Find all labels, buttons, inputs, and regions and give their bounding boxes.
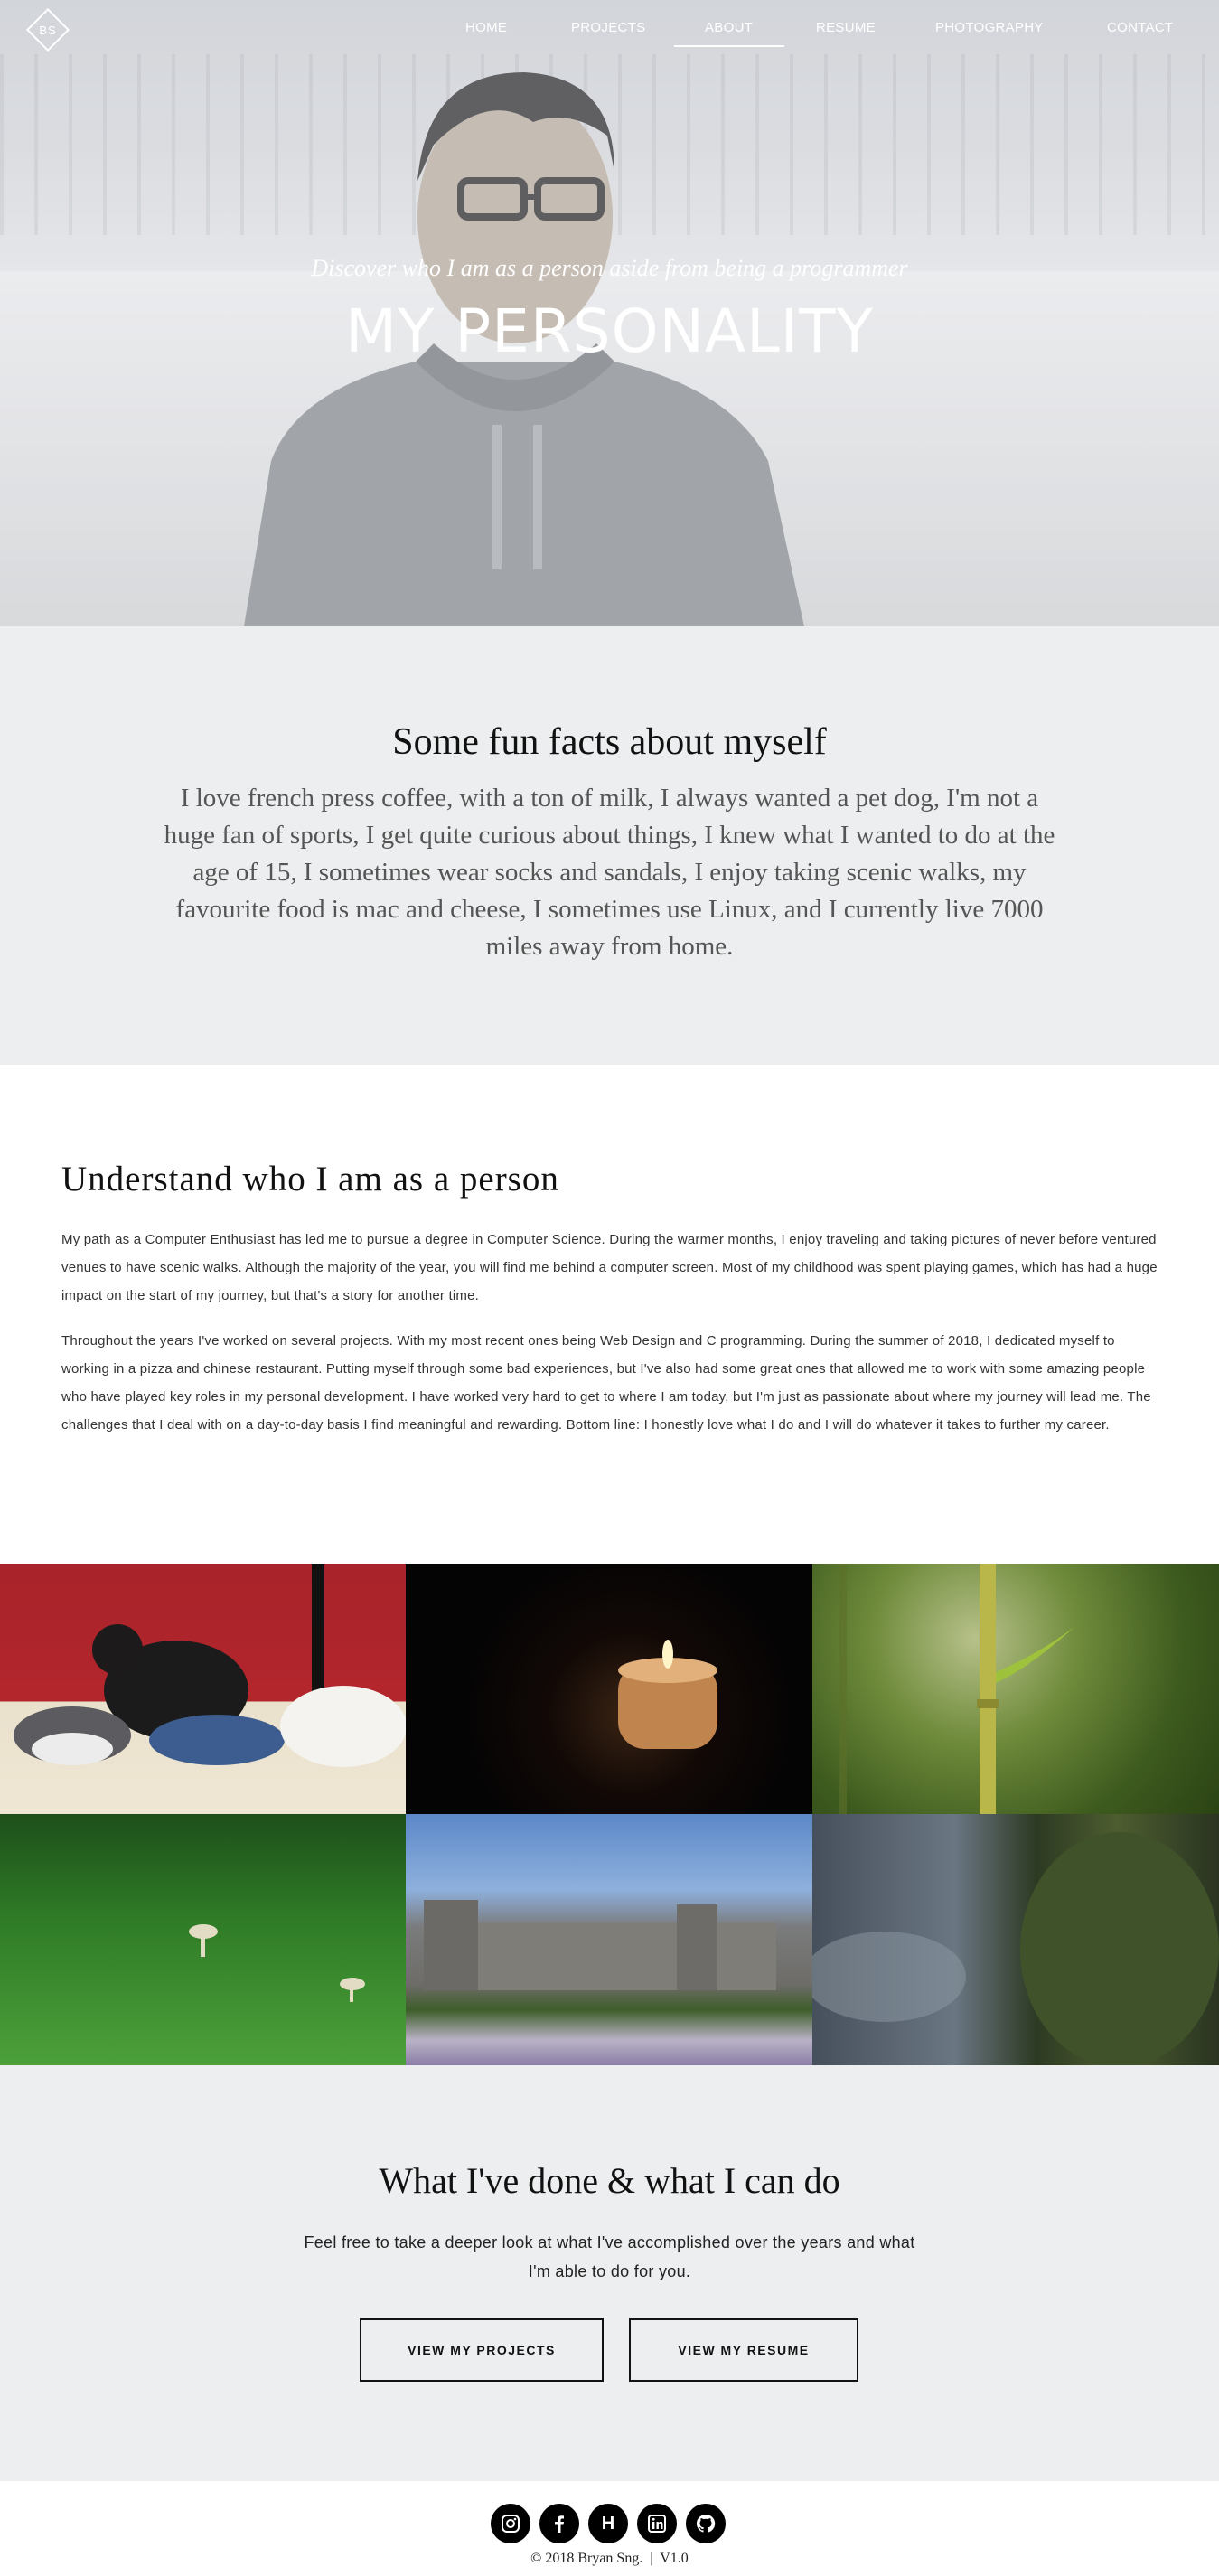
hackerrank-icon[interactable]: H (588, 2504, 628, 2543)
facebook-icon[interactable] (539, 2504, 579, 2543)
candle-photo-art (618, 1640, 717, 1749)
castle-photo[interactable] (406, 1814, 812, 2065)
hero-title: MY PERSONALITY (345, 296, 874, 366)
nav-photography[interactable]: PHOTOGRAPHY (935, 20, 1044, 35)
about-paragraph-1: My path as a Computer Enthusiast has led… (61, 1232, 1158, 1303)
fun-facts-text: I love french press coffee, with a ton o… (164, 784, 1055, 961)
cta-heading: What I've done & what I can do (379, 2160, 840, 2201)
grass-mushroom-photo-art (189, 1924, 365, 2002)
copyright-text: © 2018 Bryan Sng. (530, 2551, 643, 2566)
linkedin-icon[interactable] (637, 2504, 677, 2543)
bamboo-photo-art (839, 1564, 1074, 1814)
nav-contact[interactable]: CONTACT (1107, 20, 1173, 35)
dogs-photo[interactable] (0, 1564, 406, 1814)
grass-mushroom-photo[interactable] (0, 1814, 406, 2065)
candle-photo[interactable] (406, 1564, 812, 1814)
about-section: Understand who I am as a person My path … (0, 1065, 1219, 1564)
castle-photo-art (424, 1900, 776, 1990)
version-text: V1.0 (660, 2551, 689, 2566)
dogs-photo-art (14, 1564, 406, 1767)
hero-section: BS HOME PROJECTS ABOUT RESUME PHOTOGRAPH… (0, 0, 1219, 626)
hero-subtitle: Discover who I am as a person aside from… (311, 255, 908, 281)
instagram-icon[interactable] (491, 2504, 530, 2543)
nav-active-indicator (674, 45, 784, 47)
fun-facts-section: Some fun facts about myself I love frenc… (0, 626, 1219, 1065)
nav-about[interactable]: ABOUT (705, 20, 753, 35)
hackerrank-glyph: H (601, 2513, 615, 2534)
bamboo-photo[interactable] (812, 1564, 1219, 1814)
nav-home[interactable]: HOME (465, 20, 507, 35)
main-nav: HOME PROJECTS ABOUT RESUME PHOTOGRAPHY C… (0, 0, 1219, 54)
copyright-divider: | (646, 2551, 657, 2566)
moss-tree-photo-art (812, 1832, 1219, 2065)
nav-projects[interactable]: PROJECTS (571, 20, 645, 35)
github-icon[interactable] (686, 2504, 726, 2543)
nav-resume[interactable]: RESUME (816, 20, 876, 35)
copyright-line: © 2018 Bryan Sng. | V1.0 (0, 2551, 1219, 2567)
photo-gallery (0, 1564, 1219, 2065)
view-resume-button[interactable]: VIEW MY RESUME (629, 2318, 858, 2382)
view-projects-button[interactable]: VIEW MY PROJECTS (360, 2318, 604, 2382)
about-paragraph-2: Throughout the years I've worked on seve… (61, 1333, 1151, 1433)
cta-section: What I've done & what I can do Feel free… (0, 2065, 1219, 2481)
fun-facts-heading: Some fun facts about myself (392, 721, 827, 763)
site-footer: H © 2018 Bryan Sng. | V1.0 (0, 2481, 1219, 2576)
about-heading: Understand who I am as a person (61, 1160, 559, 1199)
cta-text: Feel free to take a deeper look at what … (304, 2233, 915, 2280)
moss-tree-photo[interactable] (812, 1814, 1219, 2065)
